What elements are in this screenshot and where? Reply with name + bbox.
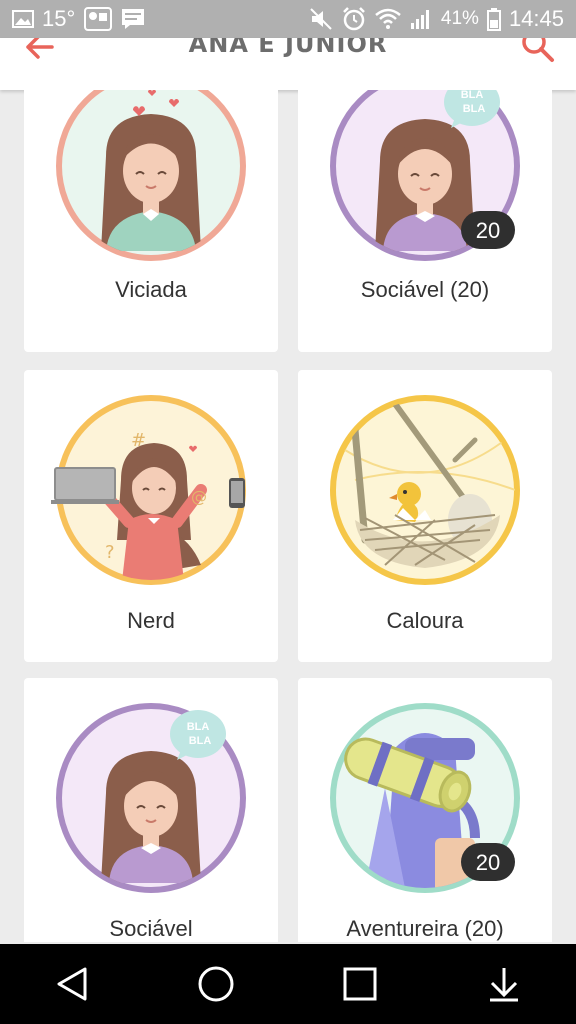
- svg-text:#: #: [131, 430, 146, 451]
- page-title: ANA E JUNIOR: [188, 38, 388, 58]
- bubble-text-1: BLA: [461, 90, 484, 101]
- bubble-text-1: BLA: [187, 721, 210, 733]
- battery-icon: [486, 8, 501, 31]
- weather-cloud-icon: [84, 7, 113, 31]
- badge-card-caloura[interactable]: Caloura: [298, 370, 552, 662]
- badge-label: Sociável (20): [360, 277, 490, 302]
- badge-card-sociavel-20[interactable]: BLA BLA 20 Sociável (20): [298, 90, 552, 352]
- badge-card-sociavel[interactable]: BLA BLA Sociável: [24, 678, 278, 942]
- badge-card-aventureira-20[interactable]: 20 Aventureira (20): [298, 678, 552, 942]
- clock: 14:45: [508, 6, 564, 31]
- temperature: 15°: [42, 6, 76, 31]
- svg-text:@: @: [191, 487, 207, 506]
- viciada-badge-art: [56, 90, 246, 261]
- nerd-badge-art: # @ ?: [51, 395, 246, 585]
- svg-text:?: ?: [105, 542, 115, 563]
- caloura-badge-art: [330, 395, 520, 585]
- count-badge: 20: [476, 218, 500, 243]
- triangle-back-icon: [57, 967, 87, 1001]
- square-recents-icon: [343, 967, 377, 1001]
- badge-label: Aventureira (20): [346, 916, 504, 941]
- arrow-down-icon: [490, 968, 518, 1002]
- count-badge: 20: [476, 850, 500, 875]
- badge-label: Nerd: [127, 608, 175, 633]
- badge-card-viciada[interactable]: Viciada: [24, 90, 278, 352]
- system-nav-bar: [0, 944, 576, 1024]
- badge-card-nerd[interactable]: # @ ? Nerd: [24, 370, 278, 662]
- badge-grid: Viciada BLA BLA 20 Sociável (20) # @ ? N…: [0, 90, 576, 942]
- nav-notifications-button[interactable]: [474, 954, 534, 1014]
- gallery-icon: [12, 10, 34, 28]
- wifi-icon: [375, 8, 401, 29]
- badge-label: Viciada: [115, 277, 187, 302]
- status-bar: 15° 41% 14:45: [0, 0, 576, 38]
- sociavel-badge-art: BLA BLA: [56, 703, 246, 893]
- mute-icon: [310, 8, 332, 30]
- sociavel-badge-art: BLA BLA 20: [330, 90, 520, 261]
- bubble-text-2: BLA: [463, 103, 486, 115]
- search-icon[interactable]: [520, 38, 556, 64]
- battery-percent: 41%: [440, 8, 479, 29]
- nav-back-button[interactable]: [42, 954, 102, 1014]
- signal-icon: [410, 10, 429, 29]
- alarm-icon: [343, 7, 365, 31]
- badge-label: Caloura: [386, 608, 464, 633]
- nav-home-button[interactable]: [186, 954, 246, 1014]
- nav-recents-button[interactable]: [330, 954, 390, 1014]
- badge-label: Sociável: [109, 916, 193, 941]
- app-header: ANA E JUNIOR: [0, 38, 576, 90]
- aventureira-badge-art: 20: [330, 703, 520, 893]
- circle-home-icon: [198, 966, 234, 1002]
- message-icon: [122, 9, 145, 29]
- bubble-text-2: BLA: [189, 735, 212, 747]
